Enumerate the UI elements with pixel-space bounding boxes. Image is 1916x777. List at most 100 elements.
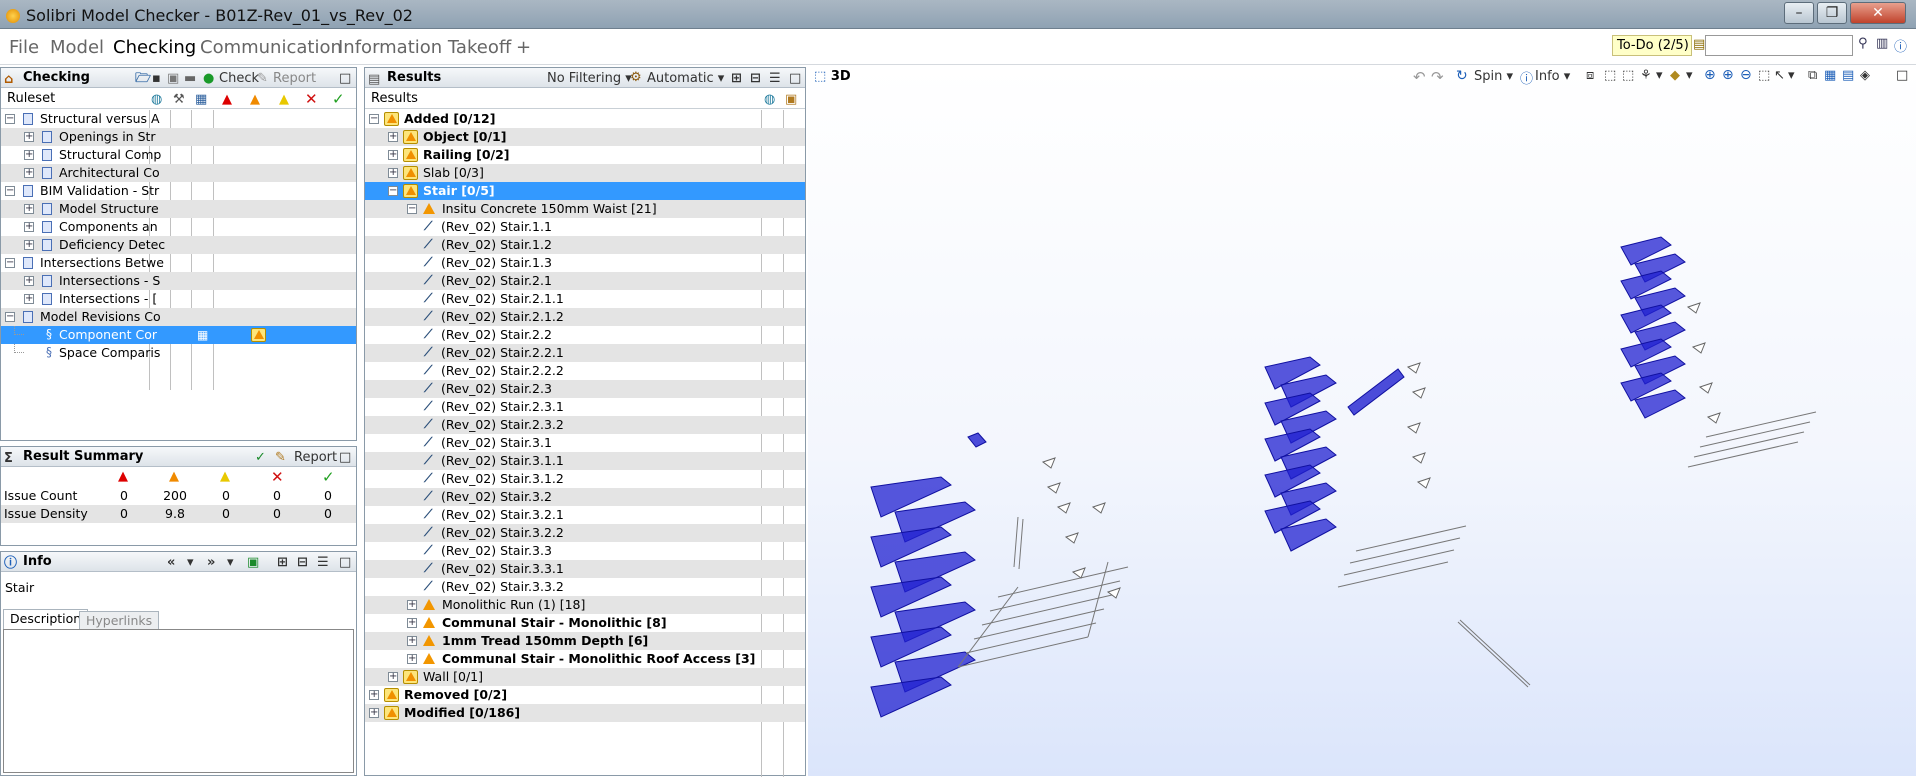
summary-report-icon[interactable]: ✎ <box>275 448 286 467</box>
result-row[interactable]: ⟋ (Rev_02) Stair.3.2.2 <box>365 524 805 542</box>
menu-information-takeoff[interactable]: Information Takeoff <box>338 37 511 58</box>
result-row[interactable]: ⟋ (Rev_02) Stair.3.2.1 <box>365 506 805 524</box>
detail-fragment[interactable] <box>1046 482 1061 494</box>
result-row[interactable]: +1mm Tread 150mm Depth [6] <box>365 632 805 650</box>
collapse-toggle-icon[interactable]: − <box>5 186 15 196</box>
forward-icon[interactable]: » <box>207 553 215 572</box>
tab-hyperlinks[interactable]: Hyperlinks <box>79 611 160 629</box>
collapse-toggle-icon[interactable]: − <box>5 258 15 268</box>
check-icon[interactable]: ● <box>203 69 214 88</box>
expand-toggle-icon[interactable]: + <box>388 168 398 178</box>
result-row[interactable]: + Communal Stair - Monolithic Roof Access… <box>365 650 805 668</box>
collapse-toggle-icon[interactable]: − <box>5 114 15 124</box>
expand-toggle-icon[interactable]: + <box>388 132 398 142</box>
collapse-toggle-icon[interactable]: − <box>407 204 417 214</box>
detail-fragment[interactable] <box>1691 342 1706 354</box>
ruleset-row[interactable]: + Structural Comp <box>1 146 356 164</box>
info-maximize-icon[interactable]: □ <box>339 553 351 572</box>
ruleset-row[interactable]: − BIM Validation - Str <box>1 182 356 200</box>
filter-dropdown[interactable]: No Filtering ▾ <box>547 69 632 88</box>
expand-toggle-icon[interactable]: + <box>388 150 398 160</box>
ruleset-row[interactable]: − Intersections Betwe <box>1 254 356 272</box>
result-row[interactable]: ⟋ (Rev_02) Stair.3.3 <box>365 542 805 560</box>
ruleset-row[interactable]: § Space Comparis <box>1 344 356 362</box>
binoculars-icon[interactable]: ⚲ <box>1858 36 1868 51</box>
expand-all-icon[interactable]: ⊞ <box>731 69 742 88</box>
result-row[interactable]: ⟋ (Rev_02) Stair.2.3 <box>365 380 805 398</box>
result-row[interactable]: + Slab [0/3] <box>365 164 805 182</box>
globe-icon[interactable]: ◍ <box>151 90 162 110</box>
open-folder-icon[interactable]: 🗁 <box>135 69 151 88</box>
report-button[interactable]: Report <box>273 69 316 88</box>
collapse-toggle-icon[interactable]: − <box>369 114 379 124</box>
summary-filter-icon[interactable]: ✓ <box>255 448 266 467</box>
todo-search-input[interactable] <box>1705 35 1853 56</box>
collapse-toggle-icon[interactable]: − <box>388 186 398 196</box>
result-row[interactable]: − Stair [0/5] <box>365 182 805 200</box>
ruleset-row[interactable]: + Intersections - [ <box>1 290 356 308</box>
result-row[interactable]: ⟋ (Rev_02) Stair.1.1 <box>365 218 805 236</box>
ruleset-row[interactable]: + Deficiency Detec <box>1 236 356 254</box>
columns-icon[interactable]: ▥ <box>1876 36 1888 51</box>
results-settings-icon[interactable]: ▣ <box>785 90 797 110</box>
detail-fragment[interactable] <box>1041 457 1056 469</box>
result-row[interactable]: ⟋ (Rev_02) Stair.2.1.1 <box>365 290 805 308</box>
expand-toggle-icon[interactable]: + <box>24 204 34 214</box>
result-row[interactable]: + Railing [0/2] <box>365 146 805 164</box>
result-row[interactable]: ⟋ (Rev_02) Stair.3.2 <box>365 488 805 506</box>
collapse-all-icon[interactable]: ⊟ <box>750 69 761 88</box>
result-row[interactable]: ⟋ (Rev_02) Stair.1.2 <box>365 236 805 254</box>
list-icon[interactable]: ☰ <box>317 553 329 572</box>
result-row[interactable]: ⟋ (Rev_02) Stair.3.3.1 <box>365 560 805 578</box>
ruleset-row[interactable]: + Components an <box>1 218 356 236</box>
detail-fragment[interactable] <box>1091 502 1106 514</box>
detail-fragment[interactable] <box>1064 532 1079 544</box>
result-row[interactable]: + Wall [0/1] <box>365 668 805 686</box>
result-row[interactable]: ⟋ (Rev_02) Stair.3.1.2 <box>365 470 805 488</box>
stair-objects[interactable] <box>870 236 1817 718</box>
detail-fragment[interactable] <box>1416 477 1431 489</box>
expand-toggle-icon[interactable]: + <box>407 618 417 628</box>
result-row[interactable]: ⟋ (Rev_02) Stair.3.3.2 <box>365 578 805 596</box>
table-icon[interactable]: ▦ <box>195 90 207 110</box>
ruleset-row[interactable]: − Structural versus A <box>1 110 356 128</box>
result-row[interactable]: ⟋ (Rev_02) Stair.2.3.1 <box>365 398 805 416</box>
ruleset-row[interactable]: § Component Cor ▦ <box>1 326 356 344</box>
rule-table-icon[interactable]: ▦ <box>197 326 208 344</box>
collapse-toggle-icon[interactable]: − <box>5 312 15 322</box>
result-row[interactable]: ⟋ (Rev_02) Stair.3.1 <box>365 434 805 452</box>
expand-toggle-icon[interactable]: + <box>369 708 379 718</box>
result-row[interactable]: + Modified [0/186] <box>365 704 805 722</box>
detail-fragment[interactable] <box>1106 587 1121 599</box>
result-row[interactable]: + Object [0/1] <box>365 128 805 146</box>
result-row[interactable]: ⟋ (Rev_02) Stair.2.1.2 <box>365 308 805 326</box>
panel-maximize-icon[interactable]: □ <box>339 69 351 88</box>
expand-toggle-icon[interactable]: + <box>24 240 34 250</box>
maximize-button[interactable]: ❐ <box>1817 2 1847 24</box>
detail-fragment[interactable] <box>1056 502 1071 514</box>
expand-toggle-icon[interactable]: + <box>24 132 34 142</box>
expand-toggle-icon[interactable]: + <box>407 654 417 664</box>
results-globe-icon[interactable]: ◍ <box>764 90 775 110</box>
detail-fragment[interactable] <box>1686 302 1701 314</box>
expand-toggle-icon[interactable]: + <box>24 222 34 232</box>
save-as-icon[interactable]: ▣ <box>167 69 179 88</box>
expand-toggle-icon[interactable]: + <box>407 600 417 610</box>
close-button[interactable]: ✕ <box>1850 2 1906 24</box>
forward-dropdown-icon[interactable]: ▾ <box>227 553 234 572</box>
mode-dropdown[interactable]: Automatic ▾ <box>647 69 724 88</box>
help-icon[interactable]: ⓘ <box>1894 36 1907 55</box>
expand-toggle-icon[interactable]: + <box>407 636 417 646</box>
results-list-icon[interactable]: ☰ <box>769 69 781 88</box>
stair-model-scene[interactable] <box>808 67 1916 776</box>
result-row[interactable]: − Insitu Concrete 150mm Waist [21] <box>365 200 805 218</box>
check-button[interactable]: Check <box>219 69 259 88</box>
result-row[interactable]: ⟋ (Rev_02) Stair.2.1 <box>365 272 805 290</box>
expand-toggle-icon[interactable]: + <box>24 294 34 304</box>
stair-flight[interactable] <box>870 676 952 718</box>
result-row[interactable]: ⟋ (Rev_02) Stair.1.3 <box>365 254 805 272</box>
expand-toggle-icon[interactable]: + <box>388 672 398 682</box>
detail-fragment[interactable] <box>1411 452 1426 464</box>
wrench-icon[interactable]: ⚒ <box>173 90 185 110</box>
save-icon[interactable]: ▪ <box>152 69 161 88</box>
